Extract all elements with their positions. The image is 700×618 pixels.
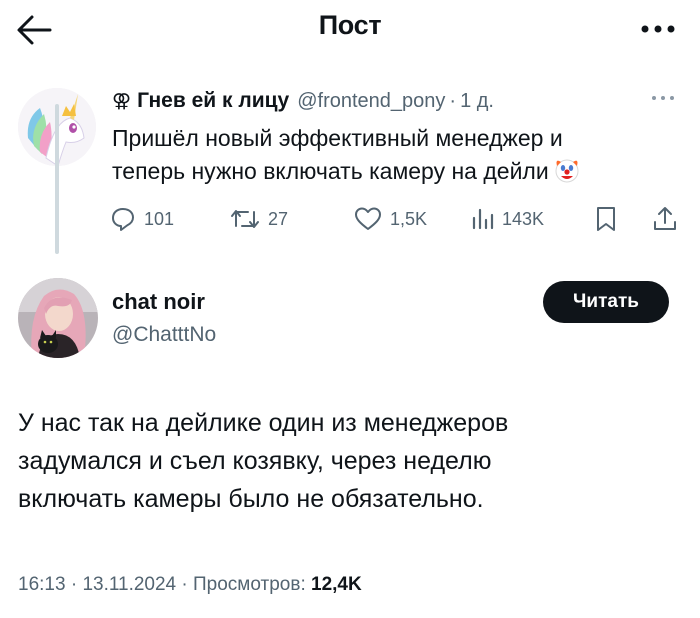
- parent-text-line: теперь нужно включать камеру на дейли: [112, 155, 682, 188]
- heart-icon: [355, 207, 381, 230]
- repost-icon: [231, 210, 259, 228]
- repost-button[interactable]: 27: [230, 202, 288, 236]
- meta-separator: ·: [181, 574, 188, 595]
- more-button[interactable]: [638, 14, 678, 44]
- thread-connector-line: [55, 104, 59, 254]
- main-author-name[interactable]: chat noir: [112, 289, 205, 315]
- post-date[interactable]: 13.11.2024: [82, 574, 176, 595]
- parent-more-button[interactable]: [648, 88, 678, 108]
- views-total: 12,4K: [311, 574, 362, 595]
- main-author-handle[interactable]: @ChatttNo: [112, 323, 216, 347]
- page-title: Пост: [318, 10, 382, 40]
- views-button[interactable]: 143K: [470, 202, 544, 236]
- post-meta: 16:13 · 13.11.2024 · Просмотров: 12,4K: [18, 574, 362, 596]
- repost-count: 27: [268, 208, 289, 229]
- venus-symbol-icon: ⚢: [112, 90, 132, 112]
- parent-text-line: Пришёл новый эффективный менеджер и: [112, 125, 563, 151]
- main-avatar[interactable]: [18, 278, 98, 358]
- main-text-line: задумался и съел козявку, через неделю: [18, 447, 492, 475]
- like-button[interactable]: 1,5K: [354, 202, 427, 236]
- parent-post-time[interactable]: 1 д.: [460, 90, 494, 113]
- share-icon: [654, 207, 676, 230]
- views-count: 143K: [502, 208, 545, 229]
- top-bar: Пост: [0, 0, 700, 60]
- parent-actions-bar: 101 27 1,5K 143K: [110, 202, 682, 236]
- main-text-line: включать камеры было не обязательно.: [18, 485, 484, 513]
- post-time[interactable]: 16:13: [18, 574, 66, 595]
- share-button[interactable]: [652, 202, 678, 236]
- views-label: Просмотров:: [193, 574, 306, 595]
- parent-author-handle[interactable]: @frontend_pony: [297, 90, 445, 113]
- bookmark-button[interactable]: [594, 202, 618, 236]
- reply-icon: [112, 208, 134, 231]
- parent-separator: ·: [449, 89, 457, 112]
- parent-post-text: Пришёл новый эффективный менеджер и тепе…: [112, 122, 682, 188]
- bookmark-icon: [597, 207, 615, 231]
- clown-face-icon: [555, 159, 579, 183]
- girl-with-cat-avatar-image: [18, 278, 98, 358]
- reply-count: 101: [144, 208, 175, 229]
- follow-button[interactable]: Читать: [543, 281, 669, 323]
- parent-author-name[interactable]: Гнев ей к лицу: [137, 89, 289, 113]
- more-dots-icon: [652, 96, 674, 100]
- more-dots-icon: [641, 25, 675, 33]
- meta-separator: ·: [70, 574, 78, 595]
- parent-post-header: ⚢ Гнев ей к лицу @frontend_pony · 1 д.: [112, 88, 494, 114]
- bar-chart-icon: [472, 208, 494, 230]
- parent-post[interactable]: ⚢ Гнев ей к лицу @frontend_pony · 1 д. П…: [0, 78, 700, 268]
- like-count: 1,5K: [390, 208, 428, 229]
- main-post-text: У нас так на дейлике один из менеджеров …: [18, 404, 678, 518]
- main-text-line: У нас так на дейлике один из менеджеров: [18, 409, 509, 437]
- reply-button[interactable]: 101: [110, 202, 174, 236]
